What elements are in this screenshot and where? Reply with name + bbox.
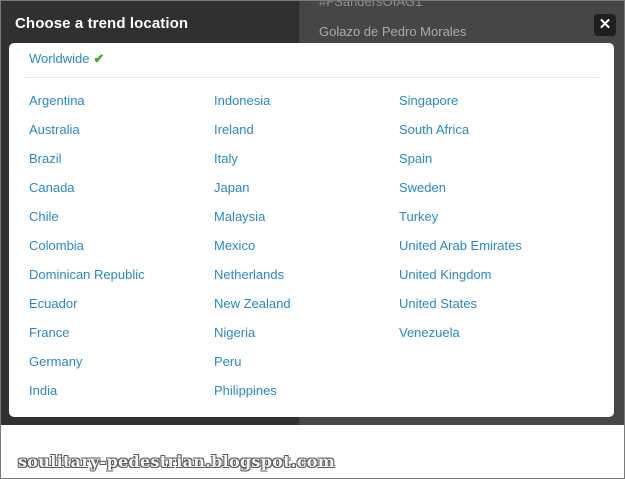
watermark: soulitary-pedestrian.blogspot.com (18, 452, 336, 471)
location-link[interactable]: Malaysia (214, 210, 291, 239)
location-link[interactable]: Canada (29, 181, 145, 210)
screenshot-frame: #FSandersOIAG1 Golazo de Pedro Morales C… (0, 0, 625, 479)
location-link[interactable]: Nigeria (214, 326, 291, 355)
location-link[interactable]: United States (399, 297, 522, 326)
close-icon[interactable]: ✕ (599, 16, 612, 33)
location-link[interactable]: Australia (29, 123, 145, 152)
location-link[interactable]: Turkey (399, 210, 522, 239)
location-column: Singapore South Africa Spain Sweden Turkey Un… (399, 94, 522, 355)
check-icon: ✔ (93, 51, 105, 66)
location-link[interactable]: United Kingdom (399, 268, 522, 297)
location-link[interactable]: Dominican Republic (29, 268, 145, 297)
location-column: Indonesia Ireland Italy Japan Malaysia Mexico… (214, 94, 291, 413)
location-link[interactable]: Chile (29, 210, 145, 239)
location-link[interactable]: Peru (214, 355, 291, 384)
location-link[interactable]: France (29, 326, 145, 355)
worldwide-label[interactable]: Worldwide (29, 51, 89, 66)
location-link[interactable]: Philippines (214, 384, 291, 413)
location-column: Argentina Australia Brazil Canada Chile Colom… (29, 94, 145, 413)
location-link[interactable]: Venezuela (399, 326, 522, 355)
location-link[interactable]: India (29, 384, 145, 413)
location-link[interactable]: Colombia (29, 239, 145, 268)
location-link[interactable]: Netherlands (214, 268, 291, 297)
location-link[interactable]: New Zealand (214, 297, 291, 326)
worldwide-option[interactable]: Worldwide ✔ (29, 51, 104, 67)
divider (25, 77, 599, 78)
location-link[interactable]: Italy (214, 152, 291, 181)
location-link[interactable]: Ecuador (29, 297, 145, 326)
location-link[interactable]: Spain (399, 152, 522, 181)
location-link[interactable]: Argentina (29, 94, 145, 123)
dialog-header: Choose a trend location ✕ (1, 1, 624, 45)
close-button[interactable]: ✕ (594, 14, 616, 36)
location-link[interactable]: Brazil (29, 152, 145, 181)
location-link[interactable]: Mexico (214, 239, 291, 268)
location-link[interactable]: Indonesia (214, 94, 291, 123)
location-link[interactable]: Sweden (399, 181, 522, 210)
location-link[interactable]: South Africa (399, 123, 522, 152)
dialog-title: Choose a trend location (15, 15, 189, 32)
location-link[interactable]: Ireland (214, 123, 291, 152)
location-link[interactable]: United Arab Emirates (399, 239, 522, 268)
location-dialog-body: Worldwide ✔ Argentina Australia Brazil Canad… (9, 43, 614, 417)
location-link[interactable]: Japan (214, 181, 291, 210)
location-link[interactable]: Singapore (399, 94, 522, 123)
location-link[interactable]: Germany (29, 355, 145, 384)
